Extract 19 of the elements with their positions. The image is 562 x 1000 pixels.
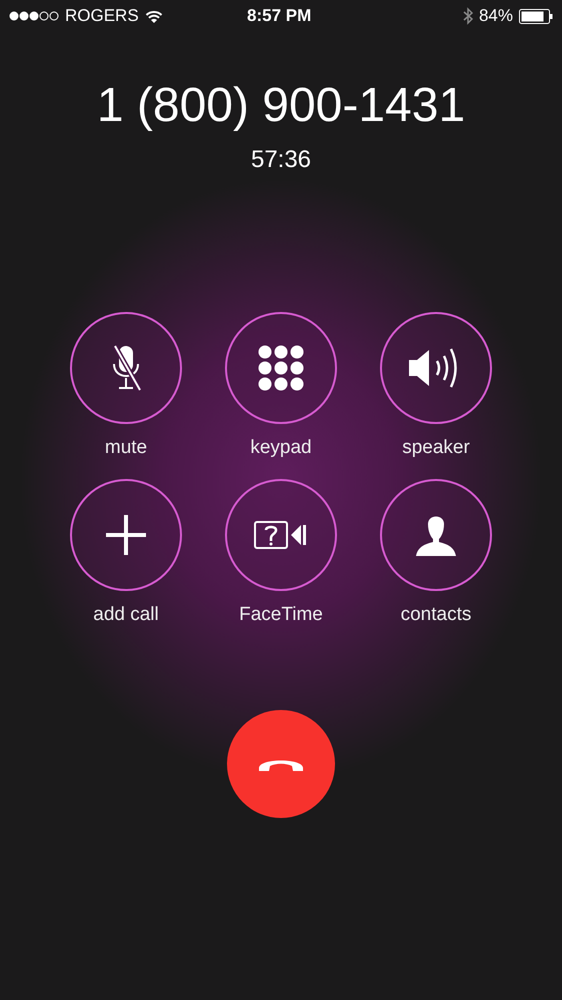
battery-percent: 84%	[478, 5, 513, 28]
status-time: 8:57 PM	[247, 5, 312, 28]
signal-icon	[9, 10, 59, 22]
carrier-name: ROGERS	[65, 5, 139, 28]
button-label: keypad	[250, 438, 312, 457]
button-label: contacts	[400, 605, 472, 624]
keypad-icon	[258, 345, 304, 391]
wifi-icon	[144, 10, 163, 22]
call-duration: 57:36	[250, 148, 312, 172]
phone-number: 1 (800) 900-1431	[96, 82, 466, 130]
battery-icon	[519, 8, 553, 24]
button-label: FaceTime	[239, 605, 323, 624]
button-label: add call	[93, 605, 159, 624]
bluetooth-icon	[462, 7, 473, 25]
button-label: speaker	[402, 438, 470, 457]
person-silhouette-icon	[416, 514, 456, 556]
button-label: mute	[104, 438, 148, 457]
video-camera-icon	[254, 521, 308, 549]
plus-icon	[106, 515, 146, 555]
